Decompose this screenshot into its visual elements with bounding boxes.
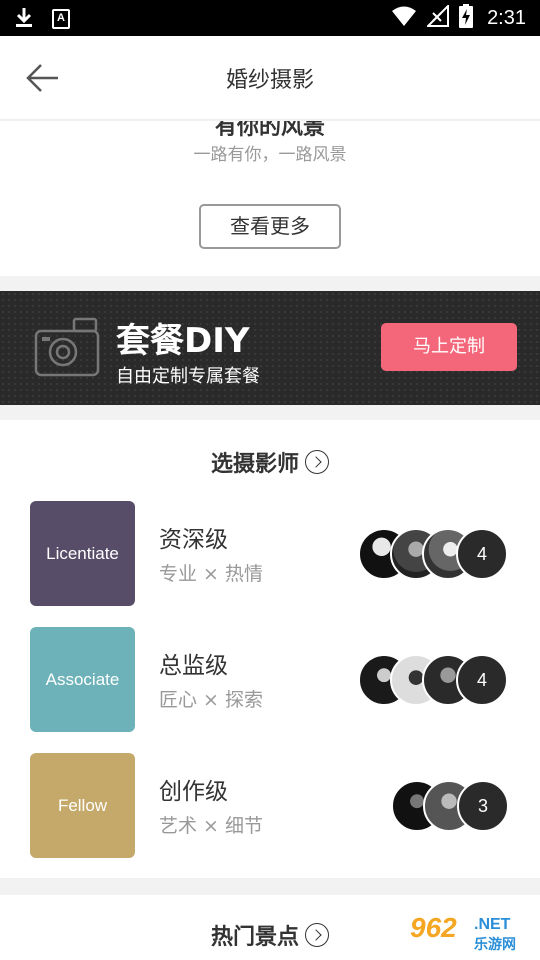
level-tile: Fellow [30, 753, 135, 858]
photographer-level-row[interactable]: Associate 总监级 匠心 × 探索 4 [0, 627, 540, 733]
level-description: 匠心 × 探索 [159, 689, 263, 711]
camera-icon [34, 317, 100, 381]
chevron-right-circle-icon [305, 450, 329, 474]
download-icon [14, 6, 34, 32]
watermark-site: 乐游网 [474, 937, 516, 953]
watermark-number: 962 [410, 912, 457, 943]
watermark-net: .NET [474, 916, 511, 933]
battery-charging-icon [459, 4, 474, 32]
no-signal-icon [425, 3, 450, 31]
avatar-group: 4 [358, 654, 510, 706]
section-heading-label: 热门景点 [210, 925, 299, 950]
view-more-button[interactable]: 查看更多 [199, 204, 341, 249]
level-name: 创作级 [159, 779, 228, 805]
level-tile: Associate [30, 627, 135, 732]
level-description: 专业 × 热情 [159, 563, 263, 585]
wifi-icon [391, 5, 417, 31]
photographer-count-avatar: 4 [456, 654, 508, 706]
intro-section: 有你的风景 一路有你，一路风景 查看更多 [0, 121, 540, 276]
photographer-section: 选摄影师 Licentiate 资深级 专业 × 热情 4 Associate … [0, 420, 540, 878]
chevron-right-circle-icon [305, 923, 329, 947]
photographer-level-row[interactable]: Licentiate 资深级 专业 × 热情 4 [0, 501, 540, 607]
level-description: 艺术 × 细节 [159, 815, 263, 837]
photographer-level-row[interactable]: Fellow 创作级 艺术 × 细节 3 [0, 753, 540, 859]
diy-subtitle: 自由定制专属套餐 [116, 366, 260, 387]
choose-photographer-heading[interactable]: 选摄影师 [0, 446, 540, 478]
level-tile: Licentiate [30, 501, 135, 606]
status-bar: A 2:31 [0, 0, 540, 36]
intro-title: 有你的风景 [214, 121, 325, 140]
intro-subtitle: 一路有你，一路风景 [193, 145, 347, 165]
section-heading-label: 选摄影师 [210, 452, 299, 477]
level-name: 总监级 [159, 653, 228, 679]
photographer-count-avatar: 4 [456, 528, 508, 580]
photographer-count-avatar: 3 [457, 780, 509, 832]
customize-now-button[interactable]: 马上定制 [381, 323, 517, 371]
clock: 2:31 [487, 6, 526, 29]
app-header: 婚纱摄影 [0, 36, 540, 120]
site-watermark: 962 .NET 乐游网 [402, 912, 534, 956]
avatar-group: 3 [391, 780, 511, 832]
app-notification-icon: A [52, 9, 70, 29]
page-title: 婚纱摄影 [225, 68, 314, 93]
diy-title: 套餐DIY [116, 321, 250, 361]
avatar-group: 4 [358, 528, 510, 580]
diy-package-banner[interactable]: 套餐DIY 自由定制专属套餐 马上定制 [0, 291, 540, 405]
level-name: 资深级 [159, 527, 228, 553]
